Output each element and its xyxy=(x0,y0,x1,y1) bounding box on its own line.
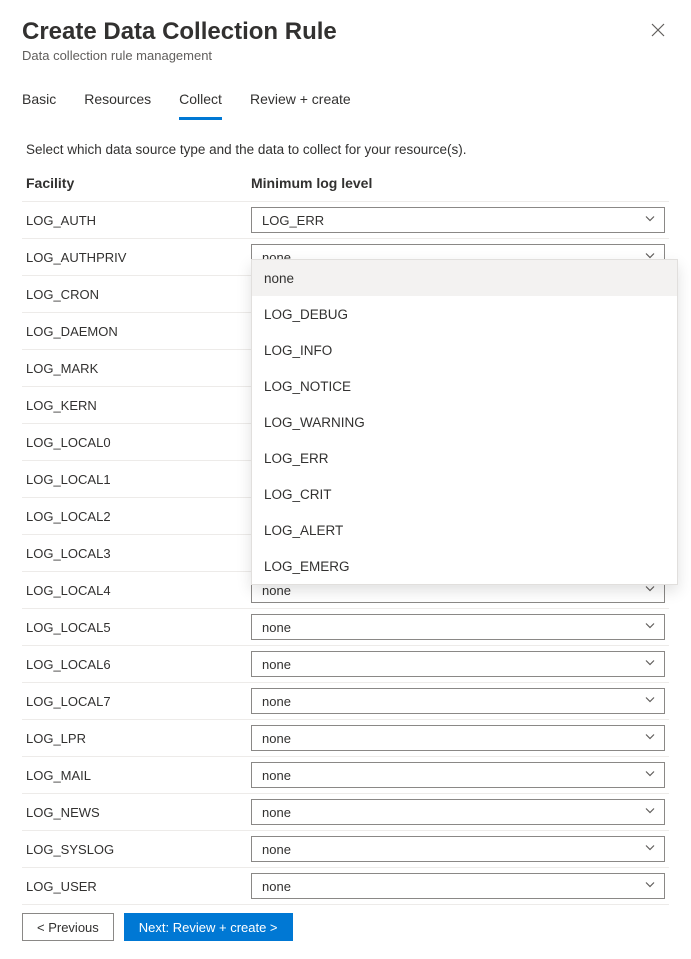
table-row: LOG_NEWS none xyxy=(22,794,669,831)
facility-label: LOG_MAIL xyxy=(26,768,251,783)
chevron-down-icon xyxy=(644,620,656,635)
select-value: none xyxy=(262,731,291,746)
facility-label: LOG_LOCAL0 xyxy=(26,435,251,450)
facility-label: LOG_MARK xyxy=(26,361,251,376)
facility-label: LOG_LOCAL6 xyxy=(26,657,251,672)
facility-label: LOG_LOCAL1 xyxy=(26,472,251,487)
dropdown-option[interactable]: LOG_ALERT xyxy=(252,512,677,548)
log-level-select[interactable]: none xyxy=(251,836,665,862)
previous-button[interactable]: < Previous xyxy=(22,913,114,941)
log-level-select[interactable]: none xyxy=(251,873,665,899)
facility-label: LOG_LPR xyxy=(26,731,251,746)
facility-label: LOG_AUTHPRIV xyxy=(26,250,251,265)
table-row: LOG_LOCAL5 none xyxy=(22,609,669,646)
dropdown-option[interactable]: LOG_INFO xyxy=(252,332,677,368)
log-level-select[interactable]: none xyxy=(251,614,665,640)
facility-label: LOG_AUTH xyxy=(26,213,251,228)
select-value: none xyxy=(262,842,291,857)
close-icon[interactable] xyxy=(647,18,669,44)
facility-label: LOG_SYSLOG xyxy=(26,842,251,857)
select-value: none xyxy=(262,694,291,709)
facility-label: LOG_NEWS xyxy=(26,805,251,820)
chevron-down-icon xyxy=(644,879,656,894)
column-header-level: Minimum log level xyxy=(251,175,665,191)
facility-label: LOG_LOCAL2 xyxy=(26,509,251,524)
select-value: none xyxy=(262,879,291,894)
chevron-down-icon xyxy=(644,805,656,820)
facility-label: LOG_CRON xyxy=(26,287,251,302)
facility-label: LOG_LOCAL4 xyxy=(26,583,251,598)
tab-collect[interactable]: Collect xyxy=(179,85,222,120)
log-level-select[interactable]: none xyxy=(251,688,665,714)
page-title: Create Data Collection Rule xyxy=(22,18,337,46)
page-subtitle: Data collection rule management xyxy=(22,48,337,63)
log-level-select[interactable]: none xyxy=(251,799,665,825)
chevron-down-icon xyxy=(644,731,656,746)
table-row: LOG_LOCAL7 none xyxy=(22,683,669,720)
table-row: LOG_MAIL none xyxy=(22,757,669,794)
log-level-select[interactable]: none xyxy=(251,725,665,751)
chevron-down-icon xyxy=(644,694,656,709)
tab-bar: Basic Resources Collect Review + create xyxy=(22,85,669,120)
next-button[interactable]: Next: Review + create > xyxy=(124,913,293,941)
log-level-select[interactable]: LOG_ERR xyxy=(251,207,665,233)
instruction-text: Select which data source type and the da… xyxy=(26,142,669,157)
tab-resources[interactable]: Resources xyxy=(84,85,151,120)
chevron-down-icon xyxy=(644,213,656,228)
select-value: none xyxy=(262,805,291,820)
select-value: LOG_ERR xyxy=(262,213,324,228)
chevron-down-icon xyxy=(644,842,656,857)
select-value: none xyxy=(262,657,291,672)
facility-label: LOG_USER xyxy=(26,879,251,894)
log-level-select[interactable]: none xyxy=(251,762,665,788)
dropdown-option[interactable]: LOG_EMERG xyxy=(252,548,677,584)
facility-label: LOG_LOCAL5 xyxy=(26,620,251,635)
column-header-facility: Facility xyxy=(26,175,251,191)
tab-basic[interactable]: Basic xyxy=(22,85,56,120)
facility-label: LOG_LOCAL3 xyxy=(26,546,251,561)
table-row: LOG_USER none xyxy=(22,868,669,905)
dropdown-option[interactable]: LOG_ERR xyxy=(252,440,677,476)
table-row: LOG_LOCAL6 none xyxy=(22,646,669,683)
dropdown-option[interactable]: none xyxy=(252,260,677,296)
table-row: LOG_SYSLOG none xyxy=(22,831,669,868)
chevron-down-icon xyxy=(644,657,656,672)
log-level-dropdown[interactable]: noneLOG_DEBUGLOG_INFOLOG_NOTICELOG_WARNI… xyxy=(251,259,678,585)
table-row: LOG_LPR none xyxy=(22,720,669,757)
select-value: none xyxy=(262,768,291,783)
facility-label: LOG_LOCAL7 xyxy=(26,694,251,709)
chevron-down-icon xyxy=(644,768,656,783)
dropdown-option[interactable]: LOG_DEBUG xyxy=(252,296,677,332)
log-level-select[interactable]: none xyxy=(251,651,665,677)
dropdown-option[interactable]: LOG_WARNING xyxy=(252,404,677,440)
table-row: LOG_AUTH LOG_ERR xyxy=(22,202,669,239)
dropdown-option[interactable]: LOG_NOTICE xyxy=(252,368,677,404)
tab-review[interactable]: Review + create xyxy=(250,85,351,120)
dropdown-option[interactable]: LOG_CRIT xyxy=(252,476,677,512)
select-value: none xyxy=(262,620,291,635)
facility-label: LOG_DAEMON xyxy=(26,324,251,339)
facility-label: LOG_KERN xyxy=(26,398,251,413)
